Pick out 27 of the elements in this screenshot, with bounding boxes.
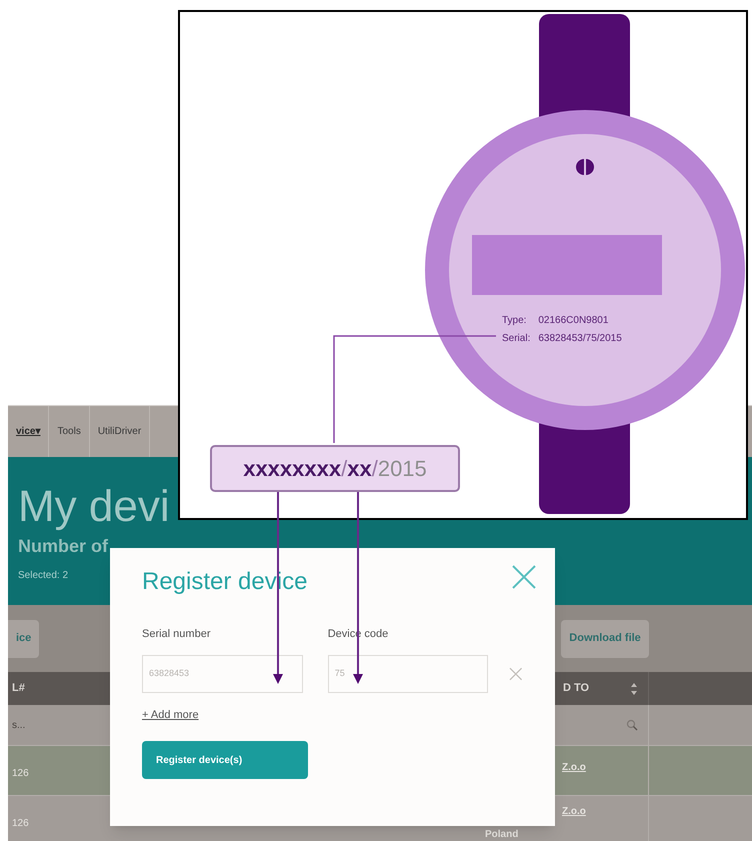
selected-count: Selected: 2: [18, 569, 68, 583]
remove-icon[interactable]: [509, 666, 523, 680]
search-icon[interactable]: [626, 719, 638, 731]
field-label: Serial number: [142, 627, 212, 642]
table-cell: 126: [12, 818, 29, 829]
column-header[interactable]: D TO: [563, 680, 590, 697]
type-label: Type:: [502, 314, 528, 328]
filter-field[interactable]: s...: [12, 718, 26, 732]
page-title: My devi: [18, 483, 171, 531]
company-link[interactable]: Z.o.o: [562, 804, 586, 819]
toolbar-button[interactable]: ice: [8, 620, 40, 658]
serial-value: 63828453/75/2015: [538, 332, 622, 346]
text-field[interactable]: 63828453: [142, 654, 303, 692]
serial-format-box: xxxxxxxx/xx/2015: [210, 445, 460, 492]
logo-icon: [574, 159, 596, 175]
sort-icon[interactable]: [630, 682, 638, 696]
type-value: 02166C0N9801: [538, 314, 610, 328]
add-more-link[interactable]: + Add more: [142, 706, 199, 723]
company-link[interactable]: Z.o.o: [562, 760, 586, 775]
result-count: Number of: [18, 535, 109, 558]
text-field[interactable]: 75: [328, 654, 488, 692]
close-icon[interactable]: [511, 564, 537, 590]
download-button[interactable]: Download file: [561, 620, 649, 658]
register-button[interactable]: Register device(s): [142, 741, 308, 779]
table-cell: 126: [12, 768, 29, 779]
table-cell-text: Poland: [485, 828, 518, 841]
serial-label: Serial:: [502, 332, 530, 346]
